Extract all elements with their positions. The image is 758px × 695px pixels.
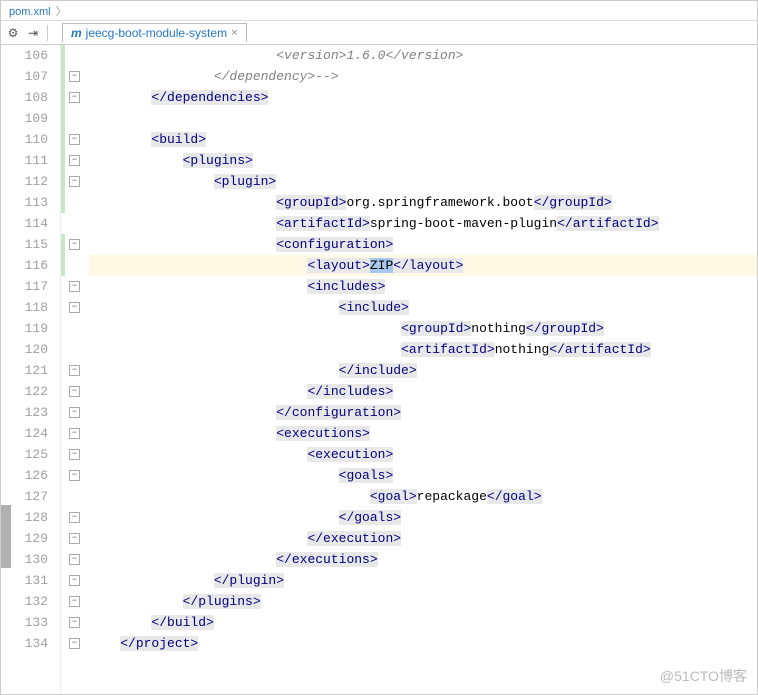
fold-toggle-icon[interactable]: −	[69, 155, 80, 166]
fold-toggle-icon[interactable]: −	[69, 617, 80, 628]
fold-toggle-icon[interactable]: −	[69, 449, 80, 460]
line-number: 119	[1, 318, 48, 339]
fold-toggle-icon[interactable]: −	[69, 302, 80, 313]
fold-toggle-icon[interactable]: −	[69, 638, 80, 649]
code-line[interactable]: <include>	[89, 297, 757, 318]
tab-module[interactable]: m jeecg-boot-module-system ×	[62, 23, 247, 42]
fold-toggle-icon[interactable]: −	[69, 92, 80, 103]
fold-toggle-icon[interactable]: −	[69, 512, 80, 523]
chevron-right-icon: 〉	[56, 6, 67, 18]
line-gutter: 1061071081091101111121131141151161171181…	[1, 45, 61, 694]
fold-gutter: − − − − − − − − − − − − − − − − − − − − −	[67, 45, 85, 694]
code-line[interactable]: <version>1.6.0</version>	[89, 45, 757, 66]
code-line[interactable]: </project>	[89, 633, 757, 654]
close-icon[interactable]: ×	[231, 27, 237, 39]
code-line[interactable]: </plugins>	[89, 591, 757, 612]
line-number: 109	[1, 108, 48, 129]
separator	[47, 25, 48, 41]
line-number: 123	[1, 402, 48, 423]
fold-toggle-icon[interactable]: −	[69, 596, 80, 607]
code-line[interactable]: </plugin>	[89, 570, 757, 591]
breadcrumb: pom.xml 〉	[1, 1, 757, 21]
line-number: 134	[1, 633, 48, 654]
fold-toggle-icon[interactable]: −	[69, 365, 80, 376]
line-number: 110	[1, 129, 48, 150]
code-line[interactable]: <plugin>	[89, 171, 757, 192]
fold-toggle-icon[interactable]: −	[69, 134, 80, 145]
fold-toggle-icon[interactable]: −	[69, 281, 80, 292]
code-line[interactable]: <executions>	[89, 423, 757, 444]
code-line[interactable]: <layout>ZIP</layout>	[89, 255, 757, 276]
fold-toggle-icon[interactable]: −	[69, 470, 80, 481]
toggle-icon[interactable]: ⇥	[25, 25, 41, 41]
code-line[interactable]: </dependencies>	[89, 87, 757, 108]
line-number: 127	[1, 486, 48, 507]
line-number: 113	[1, 192, 48, 213]
code-line[interactable]: </include>	[89, 360, 757, 381]
line-number: 106	[1, 45, 48, 66]
gear-icon[interactable]: ⚙	[5, 25, 21, 41]
code-line[interactable]: <configuration>	[89, 234, 757, 255]
code-line[interactable]: </includes>	[89, 381, 757, 402]
line-number: 132	[1, 591, 48, 612]
line-number: 114	[1, 213, 48, 234]
tab-label: jeecg-boot-module-system	[86, 26, 227, 40]
code-line[interactable]: <goal>repackage</goal>	[89, 486, 757, 507]
line-number: 118	[1, 297, 48, 318]
code-line[interactable]: <artifactId>spring-boot-maven-plugin</ar…	[89, 213, 757, 234]
line-number: 107	[1, 66, 48, 87]
code-line[interactable]: <groupId>nothing</groupId>	[89, 318, 757, 339]
code-line[interactable]: </build>	[89, 612, 757, 633]
line-number: 131	[1, 570, 48, 591]
fold-toggle-icon[interactable]: −	[69, 554, 80, 565]
line-number: 120	[1, 339, 48, 360]
line-number: 133	[1, 612, 48, 633]
breadcrumb-file[interactable]: pom.xml	[9, 6, 51, 18]
code-line[interactable]: </dependency>-->	[89, 66, 757, 87]
line-number: 116	[1, 255, 48, 276]
fold-toggle-icon[interactable]: −	[69, 428, 80, 439]
code-line[interactable]: <includes>	[89, 276, 757, 297]
line-number: 122	[1, 381, 48, 402]
fold-toggle-icon[interactable]: −	[69, 71, 80, 82]
toolbar: ⚙ ⇥ m jeecg-boot-module-system ×	[1, 21, 757, 45]
code-line[interactable]	[89, 108, 757, 129]
line-number: 108	[1, 87, 48, 108]
code-line[interactable]: <plugins>	[89, 150, 757, 171]
fold-toggle-icon[interactable]: −	[69, 407, 80, 418]
code-line[interactable]: <build>	[89, 129, 757, 150]
code-line[interactable]: <groupId>org.springframework.boot</group…	[89, 192, 757, 213]
code-line[interactable]: </execution>	[89, 528, 757, 549]
code-line[interactable]: <goals>	[89, 465, 757, 486]
line-number: 112	[1, 171, 48, 192]
fold-toggle-icon[interactable]: −	[69, 386, 80, 397]
fold-toggle-icon[interactable]: −	[69, 575, 80, 586]
line-number: 126	[1, 465, 48, 486]
code-area[interactable]: <version>1.6.0</version> </dependency>--…	[85, 45, 757, 694]
line-number: 115	[1, 234, 48, 255]
code-line[interactable]: <execution>	[89, 444, 757, 465]
maven-icon: m	[71, 26, 82, 40]
line-number: 117	[1, 276, 48, 297]
fold-toggle-icon[interactable]: −	[69, 533, 80, 544]
editor[interactable]: 1061071081091101111121131141151161171181…	[1, 45, 757, 694]
line-number: 111	[1, 150, 48, 171]
fold-toggle-icon[interactable]: −	[69, 239, 80, 250]
line-number: 121	[1, 360, 48, 381]
line-number: 124	[1, 423, 48, 444]
code-line[interactable]: <artifactId>nothing</artifactId>	[89, 339, 757, 360]
line-number: 125	[1, 444, 48, 465]
code-line[interactable]: </configuration>	[89, 402, 757, 423]
fold-toggle-icon[interactable]: −	[69, 176, 80, 187]
code-line[interactable]: </executions>	[89, 549, 757, 570]
code-line[interactable]: </goals>	[89, 507, 757, 528]
